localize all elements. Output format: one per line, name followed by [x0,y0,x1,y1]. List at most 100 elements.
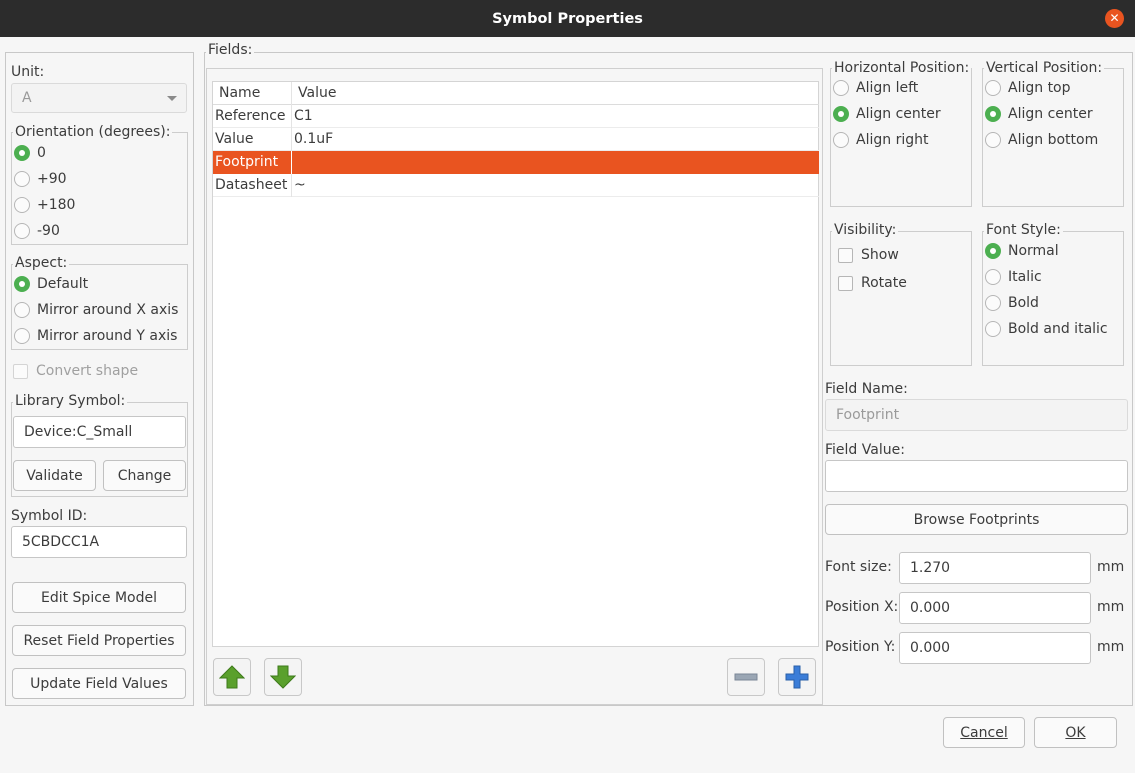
symbol-id-field[interactable]: 5CBDCC1A [11,526,187,558]
position-y-unit: mm [1097,639,1125,655]
radio-checked-icon [985,106,1001,122]
field-value-cell: ~ [294,177,306,193]
update-field-values-button[interactable]: Update Field Values [12,668,186,699]
library-symbol-value: Device:C_Small [24,424,133,440]
plus-icon [785,665,809,689]
show-label: Show [861,247,899,263]
font-style-option-label: Bold and italic [1008,321,1108,337]
table-row-selected[interactable]: Footprint [213,151,819,174]
cancel-button[interactable]: Cancel [943,717,1025,748]
font-size-input[interactable]: 1.270 [899,552,1091,584]
cancel-button-label: Cancel [960,724,1008,741]
radio-checked-icon [14,276,30,292]
validate-button[interactable]: Validate [13,460,96,491]
halign-center[interactable]: Align center [833,106,941,122]
change-button[interactable]: Change [103,460,186,491]
halign-right[interactable]: Align right [833,132,928,148]
unit-select[interactable]: A [11,83,187,113]
close-icon: ✕ [1109,11,1120,25]
visibility-label: Visibility: [832,222,899,238]
valign-center[interactable]: Align center [985,106,1093,122]
aspect-option-mirror-x[interactable]: Mirror around X axis [14,302,178,318]
orientation-option-minus90[interactable]: -90 [14,223,60,239]
checkbox-icon [838,247,853,263]
valign-top[interactable]: Align top [985,80,1071,96]
convert-shape-checkbox[interactable]: Convert shape [13,363,138,379]
column-separator [291,105,292,128]
vertical-position-label: Vertical Position: [984,60,1105,76]
halign-left[interactable]: Align left [833,80,918,96]
rotate-checkbox[interactable]: Rotate [838,275,907,291]
window-title: Symbol Properties [492,10,643,27]
add-field-button[interactable] [778,658,816,696]
field-name-label: Field Name: [825,381,908,397]
valign-bottom[interactable]: Align bottom [985,132,1098,148]
arrow-down-icon [270,665,296,689]
close-button[interactable]: ✕ [1105,9,1124,28]
font-style-option-label: Italic [1008,269,1042,285]
column-header-name[interactable]: Name [219,85,260,101]
reset-field-properties-button[interactable]: Reset Field Properties [12,625,186,656]
move-down-button[interactable] [264,658,302,696]
aspect-option-mirror-y[interactable]: Mirror around Y axis [14,328,177,344]
delete-field-button[interactable] [727,658,765,696]
minus-icon [734,673,758,681]
column-header-value[interactable]: Value [298,85,336,101]
aspect-option-label: Mirror around X axis [37,302,179,318]
field-name-cell: Footprint [215,154,279,170]
halign-option-label: Align left [856,80,919,96]
column-separator [291,128,292,151]
browse-footprints-button[interactable]: Browse Footprints [825,504,1128,535]
aspect-option-default[interactable]: Default [14,276,88,292]
orientation-option-90[interactable]: +90 [14,171,67,187]
edit-spice-model-button[interactable]: Edit Spice Model [12,582,186,613]
fields-label: Fields: [206,42,255,58]
aspect-option-label: Mirror around Y axis [37,328,178,344]
font-size-label: Font size: [825,559,892,575]
field-value-cell: 0.1uF [294,131,334,147]
field-value-input[interactable] [825,460,1128,492]
orientation-option-label: -90 [37,223,60,239]
aspect-option-label: Default [37,276,89,292]
show-checkbox[interactable]: Show [838,247,899,263]
library-symbol-field[interactable]: Device:C_Small [13,416,186,448]
font-style-bold-italic[interactable]: Bold and italic [985,321,1108,337]
convert-shape-label: Convert shape [36,363,139,379]
position-y-input[interactable]: 0.000 [899,632,1091,664]
font-style-italic[interactable]: Italic [985,269,1042,285]
radio-icon [833,132,849,148]
table-row[interactable]: Value 0.1uF [213,128,819,151]
font-style-option-label: Normal [1008,243,1059,259]
font-size-value: 1.270 [910,560,951,576]
position-x-unit: mm [1097,599,1125,615]
table-row[interactable]: Reference C1 [213,105,819,128]
field-value-label: Field Value: [825,442,905,458]
position-x-value: 0.000 [910,600,951,616]
column-separator [291,174,292,197]
field-value-cell: C1 [294,108,313,124]
halign-option-label: Align center [856,106,941,122]
unit-select-value: A [22,90,32,106]
radio-icon [14,223,30,239]
fields-grid[interactable]: Name Value Reference C1 Value 0.1uF Foot… [212,81,819,647]
orientation-option-0[interactable]: 0 [14,145,46,161]
position-x-input[interactable]: 0.000 [899,592,1091,624]
halign-option-label: Align right [856,132,929,148]
grid-header: Name Value [213,82,819,105]
ok-button[interactable]: OK [1034,717,1117,748]
position-y-value: 0.000 [910,640,951,656]
orientation-option-label: +180 [37,197,76,213]
radio-icon [14,171,30,187]
table-row[interactable]: Datasheet ~ [213,174,819,197]
move-up-button[interactable] [213,658,251,696]
font-style-normal[interactable]: Normal [985,243,1059,259]
field-name-input[interactable]: Footprint [825,399,1128,431]
font-style-bold[interactable]: Bold [985,295,1039,311]
unit-label: Unit: [11,64,45,80]
radio-icon [833,80,849,96]
library-symbol-label: Library Symbol: [13,393,128,409]
orientation-option-180[interactable]: +180 [14,197,75,213]
radio-icon [14,197,30,213]
window-titlebar: Symbol Properties [0,0,1135,37]
rotate-label: Rotate [861,275,907,291]
